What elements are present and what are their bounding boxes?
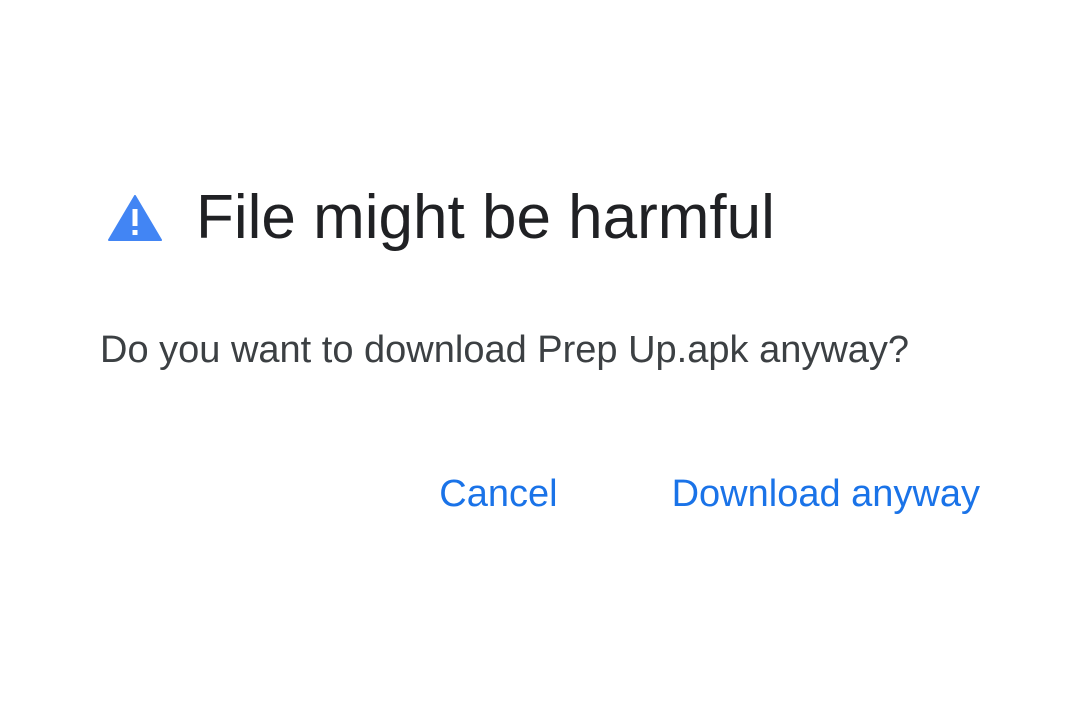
dialog-message: Do you want to download Prep Up.apk anyw… bbox=[100, 329, 910, 371]
harmful-file-dialog: File might be harmful Do you want to dow… bbox=[0, 0, 1080, 710]
dialog-title: File might be harmful bbox=[196, 183, 775, 252]
dialog-header: File might be harmful bbox=[108, 178, 775, 258]
dialog-actions: Cancel Download anyway bbox=[439, 470, 980, 518]
cancel-button[interactable]: Cancel bbox=[439, 470, 557, 518]
warning-triangle-icon bbox=[108, 195, 162, 241]
download-anyway-button[interactable]: Download anyway bbox=[672, 470, 980, 518]
